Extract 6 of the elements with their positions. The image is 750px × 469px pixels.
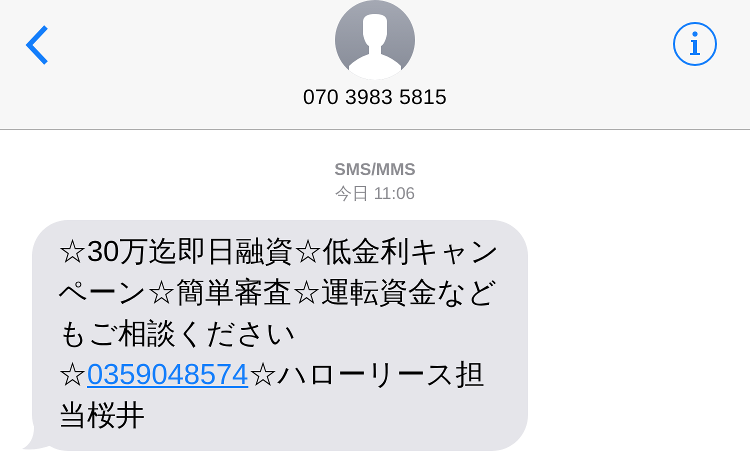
back-icon[interactable] [24, 24, 50, 66]
contact-number[interactable]: 070 3983 5815 [302, 86, 448, 110]
info-icon[interactable] [672, 21, 718, 67]
message-text: ☆30万迄即日融資☆低金利キャンペーン☆簡単審査☆運転資金などもご相談ください ☆0359048574☆ハローリース担当桜井 [58, 235, 500, 434]
message-timestamp: 今日 11:06 [334, 183, 415, 205]
service-label: SMS/MMS [334, 159, 416, 181]
